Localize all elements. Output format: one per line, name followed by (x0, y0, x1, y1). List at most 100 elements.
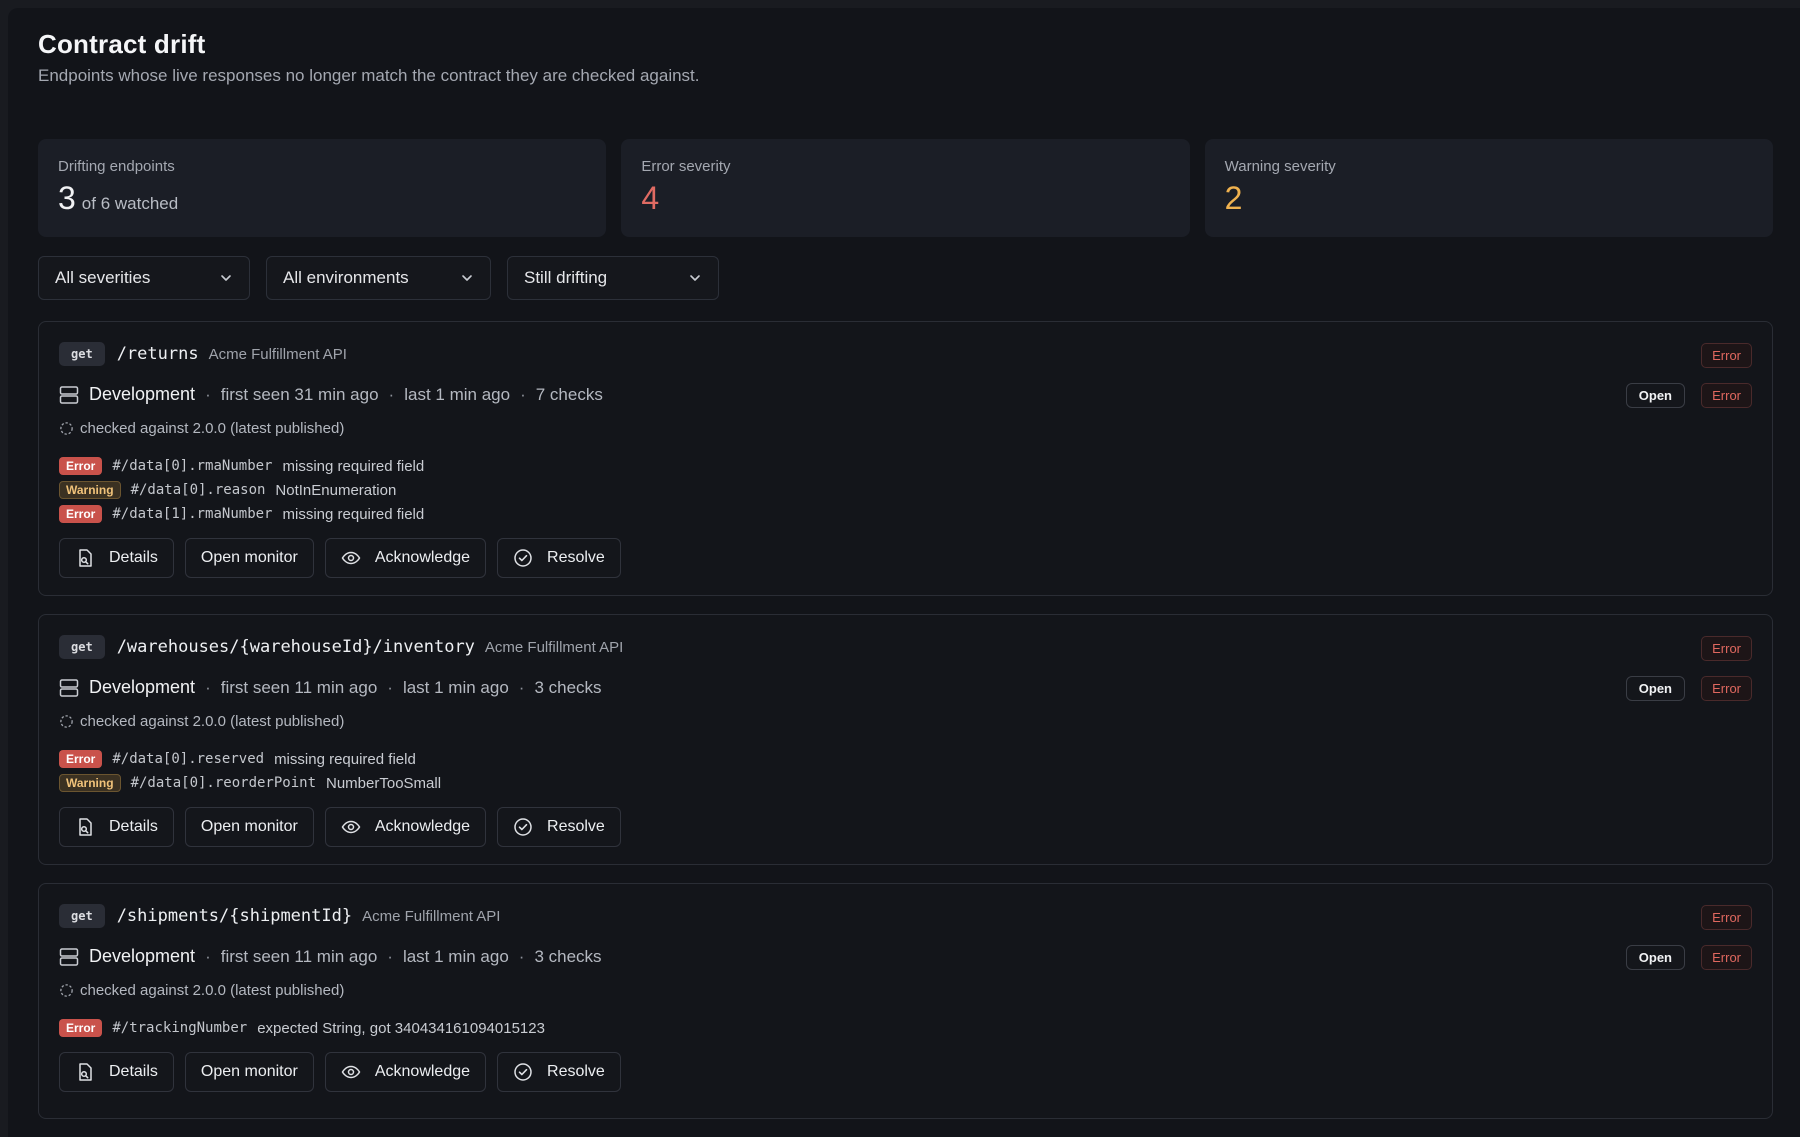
issue-message: missing required field (282, 505, 425, 523)
main-panel: Contract drift Endpoints whose live resp… (8, 8, 1800, 1137)
environment-name: Development (89, 946, 196, 966)
issue-item: Error #/data[1].rmaNumber missing requir… (59, 502, 424, 526)
issue-item: Warning #/data[0].reorderPoint NumberToo… (59, 771, 441, 795)
issue-item: Error #/data[0].rmaNumber missing requir… (59, 454, 424, 478)
action-bar: Details Open monitor Acknowledge Resolve (59, 807, 621, 847)
status-open-badge[interactable]: Open (1625, 383, 1685, 408)
last-seen: last 1 min ago (402, 946, 509, 966)
endpoint-row: get /warehouses/{warehouseId}/inventory … (59, 635, 623, 659)
issue-message: expected String, got 340434161094015123 (257, 1019, 545, 1037)
status-severity-badge: Error (1701, 676, 1752, 701)
issue-level-badge: Error (59, 457, 103, 475)
status-open-badge[interactable]: Open (1625, 945, 1685, 970)
separator: · (388, 384, 395, 404)
check-count: 7 checks (535, 384, 603, 404)
details-button[interactable]: Details (59, 1052, 174, 1092)
issue-message: missing required field (274, 750, 416, 768)
issue-path: #/data[0].reorderPoint (130, 775, 316, 791)
details-button[interactable]: Details (59, 538, 174, 578)
resolve-label: Resolve (547, 549, 605, 566)
server-icon (59, 385, 79, 404)
acknowledge-button[interactable]: Acknowledge (324, 1052, 487, 1092)
details-button[interactable]: Details (59, 807, 174, 847)
endpoint-path[interactable]: /shipments/{shipmentId} (117, 906, 352, 926)
separator: · (520, 384, 526, 404)
page-subtitle: Endpoints whose live responses no longer… (38, 66, 700, 85)
acknowledge-button[interactable]: Acknowledge (324, 538, 487, 578)
resolve-button[interactable]: Resolve (497, 1052, 621, 1092)
resolve-label: Resolve (547, 1063, 605, 1080)
checked-against: checked against 2.0.0 (latest published) (80, 982, 345, 999)
method-badge: get (59, 342, 105, 366)
issue-level-badge: Warning (59, 481, 121, 499)
chevron-down-icon (690, 275, 700, 281)
status-filter[interactable]: Still drifting (507, 256, 719, 300)
acknowledge-label: Acknowledge (374, 549, 471, 566)
action-bar: Details Open monitor Acknowledge Resolve (59, 538, 621, 578)
file-search-icon (79, 818, 92, 836)
acknowledge-button[interactable]: Acknowledge (324, 807, 487, 847)
open-monitor-button[interactable]: Open monitor (184, 807, 314, 847)
endpoint-path[interactable]: /returns (117, 344, 199, 364)
meta-row: Development · first seen 31 min ago · la… (59, 384, 603, 405)
issue-path: #/data[0].reserved (112, 751, 265, 767)
separator: · (387, 677, 393, 697)
endpoint-row: get /returns Acme Fulfillment API (59, 342, 347, 366)
page-title: Contract drift (38, 29, 206, 59)
method-badge: get (59, 635, 105, 659)
issue-list: Error #/data[0].reserved missing require… (59, 747, 441, 795)
server-icon (59, 678, 79, 697)
stat-label: Warning severity (1224, 158, 1336, 175)
acknowledge-label: Acknowledge (374, 1063, 471, 1080)
error-count: 4 (641, 180, 660, 216)
drifting-count: 3 (58, 180, 76, 216)
stat-drifting-endpoints: Drifting endpoints 3 of 6 watched (38, 139, 607, 237)
contract-row: checked against 2.0.0 (latest published) (59, 420, 344, 437)
eye-icon (341, 551, 361, 565)
severity-badge: Error (1701, 905, 1752, 930)
status-severity-badge: Error (1701, 383, 1752, 408)
filter-bar: All severities All environments Still dr… (38, 256, 719, 300)
issue-path: #/data[1].rmaNumber (112, 506, 273, 522)
resolve-label: Resolve (547, 818, 605, 835)
severity-filter-value: All severities (55, 268, 151, 287)
separator: · (205, 677, 211, 697)
issue-list: Error #/data[0].rmaNumber missing requir… (59, 454, 424, 526)
issue-level-badge: Error (59, 1019, 103, 1037)
acknowledge-label: Acknowledge (374, 818, 471, 835)
details-label: Details (109, 549, 158, 566)
issue-level-badge: Error (59, 505, 103, 523)
issue-path: #/data[0].rmaNumber (112, 458, 273, 474)
api-name: Acme Fulfillment API (362, 907, 501, 925)
separator: · (387, 946, 393, 966)
issue-path: #/trackingNumber (112, 1020, 248, 1036)
severity-filter[interactable]: All severities (38, 256, 250, 300)
open-monitor-button[interactable]: Open monitor (184, 1052, 314, 1092)
issue-level-badge: Error (59, 750, 103, 768)
resolve-button[interactable]: Resolve (497, 538, 621, 578)
first-seen: first seen 31 min ago (220, 384, 379, 404)
warning-count: 2 (1224, 180, 1243, 216)
stat-label: Drifting endpoints (58, 158, 175, 175)
separator: · (205, 946, 211, 966)
method-badge: get (59, 904, 105, 928)
resolve-button[interactable]: Resolve (497, 807, 621, 847)
issue-message: NumberTooSmall (326, 774, 442, 792)
spinner-icon (60, 422, 73, 435)
environment-filter[interactable]: All environments (266, 256, 491, 300)
file-search-icon (79, 549, 92, 567)
server-icon (59, 947, 79, 966)
spinner-icon (60, 715, 73, 728)
issue-item: Warning #/data[0].reason NotInEnumeratio… (59, 478, 424, 502)
issue-item: Error #/trackingNumber expected String, … (59, 1016, 545, 1040)
check-count: 3 checks (534, 677, 602, 697)
open-monitor-button[interactable]: Open monitor (184, 538, 314, 578)
status-open-badge[interactable]: Open (1625, 676, 1685, 701)
environment-name: Development (89, 677, 196, 697)
eye-icon (341, 1065, 361, 1079)
endpoint-path[interactable]: /warehouses/{warehouseId}/inventory (117, 637, 475, 657)
environment-filter-value: All environments (283, 268, 409, 287)
last-seen: last 1 min ago (402, 677, 509, 697)
first-seen: first seen 11 min ago (220, 677, 378, 697)
check-circle-icon (514, 1063, 532, 1081)
